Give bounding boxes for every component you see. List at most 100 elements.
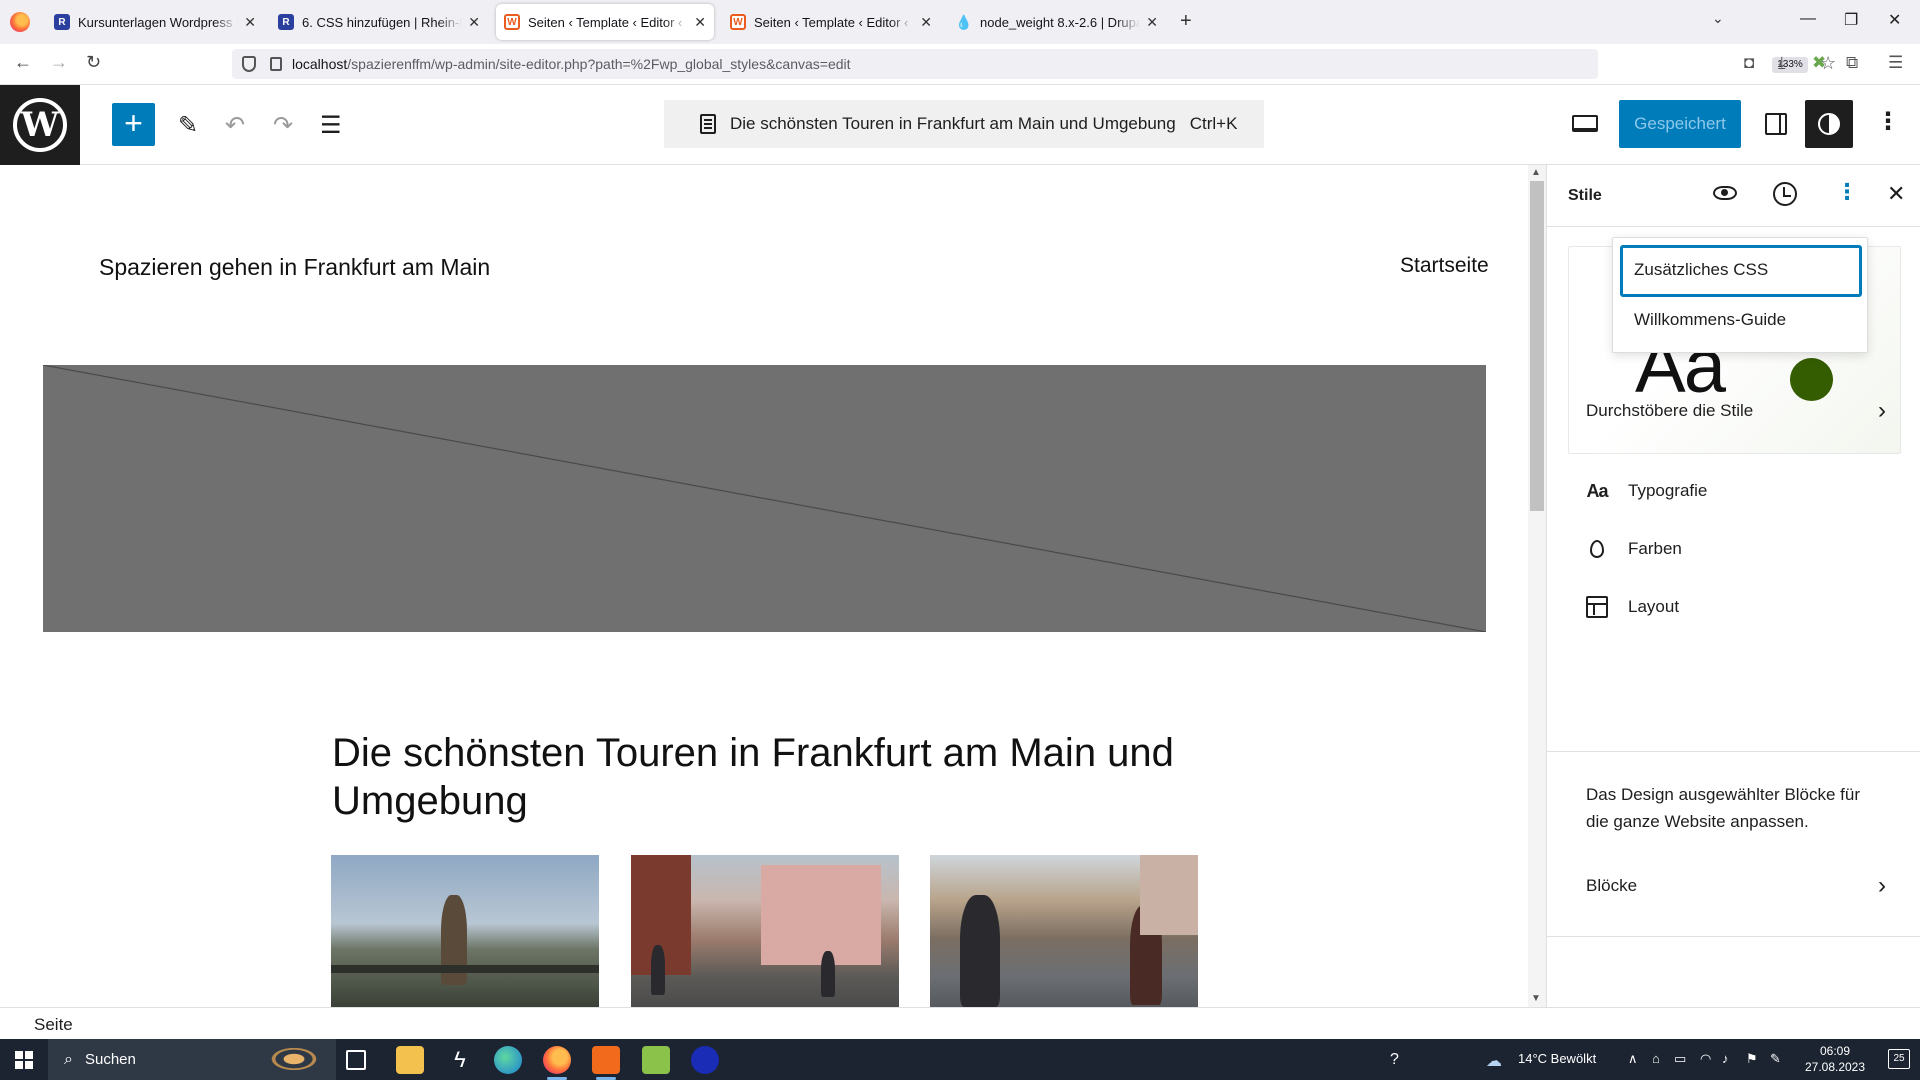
notification-center-icon[interactable]: 25 bbox=[1888, 1049, 1910, 1069]
editor-header: W + ✎ ↶ ↷ ☰ Die schönsten Touren in Fran… bbox=[0, 85, 1920, 165]
nav-link-startseite[interactable]: Startseite bbox=[1400, 254, 1489, 278]
blocks-item[interactable]: Blöcke › bbox=[1547, 862, 1920, 910]
menu-icon[interactable]: ☰ bbox=[1888, 53, 1903, 73]
firefox-icon[interactable] bbox=[10, 12, 30, 32]
saturn-icon bbox=[262, 1043, 326, 1075]
minimize-icon[interactable]: — bbox=[1800, 10, 1816, 28]
address-bar[interactable]: localhost/spazierenffm/wp-admin/site-edi… bbox=[232, 49, 1836, 79]
browser-tab[interactable]: W Seiten ‹ Template ‹ Editor ‹ Spazieren… bbox=[722, 4, 940, 40]
document-overview-icon[interactable]: ☰ bbox=[320, 111, 342, 140]
close-tab-icon[interactable]: ✕ bbox=[1146, 14, 1158, 31]
tab-title: Seiten ‹ Template ‹ Editor ‹ Spazieren bbox=[754, 14, 914, 30]
lightning-app-icon[interactable]: ϟ bbox=[446, 1046, 474, 1074]
colors-item[interactable]: Farben bbox=[1547, 525, 1920, 573]
pencil-icon[interactable]: ✎ bbox=[178, 111, 198, 140]
shield-icon[interactable] bbox=[242, 56, 256, 72]
tab-title: Kursunterlagen Wordpress | Rhein-Main bbox=[78, 14, 239, 30]
extensions-icon[interactable]: ⧉ bbox=[1846, 53, 1858, 73]
reload-icon[interactable]: ↻ bbox=[86, 52, 101, 73]
typography-item[interactable]: Aa Typografie bbox=[1547, 467, 1920, 515]
redo-icon[interactable]: ↷ bbox=[273, 111, 293, 140]
chevron-up-icon[interactable]: ∧ bbox=[1628, 1051, 1638, 1067]
app-icon[interactable] bbox=[691, 1046, 719, 1074]
browser-tab[interactable]: 💧 node_weight 8.x-2.6 | Drupal.org ✕ bbox=[948, 4, 1166, 40]
undo-icon[interactable]: ↶ bbox=[225, 111, 245, 140]
menu-item-welcome-guide[interactable]: Willkommens-Guide bbox=[1620, 295, 1862, 347]
options-menu-icon[interactable]: ⋮ bbox=[1876, 107, 1900, 136]
browser-tab[interactable]: R Kursunterlagen Wordpress | Rhein-Main … bbox=[46, 4, 264, 40]
volume-icon[interactable]: ♪ bbox=[1722, 1051, 1729, 1066]
typography-label: Typografie bbox=[1628, 481, 1708, 500]
scroll-up-icon[interactable]: ▲ bbox=[1531, 167, 1541, 178]
pocket-icon[interactable]: ◘ bbox=[1744, 53, 1754, 73]
browser-tab[interactable]: R 6. CSS hinzufügen | Rhein-Main ✕ bbox=[270, 4, 488, 40]
desktop-preview-icon[interactable] bbox=[1572, 115, 1598, 132]
colors-label: Farben bbox=[1628, 539, 1682, 558]
browser-tab-active[interactable]: W Seiten ‹ Template ‹ Editor ‹ Spazieren… bbox=[496, 4, 714, 40]
downloads-icon[interactable]: ⤓ bbox=[1778, 53, 1786, 73]
layout-item[interactable]: Layout bbox=[1547, 583, 1920, 631]
browse-styles-item[interactable]: Durchstöbere die Stile › bbox=[1547, 387, 1920, 435]
close-tab-icon[interactable]: ✕ bbox=[920, 14, 932, 31]
droplet-icon bbox=[1585, 537, 1609, 561]
canvas-scrollbar[interactable]: ▲ ▼ bbox=[1528, 165, 1546, 1007]
post-title[interactable]: Die schönsten Touren in Frankfurt am Mai… bbox=[332, 729, 1192, 825]
editor-canvas[interactable]: Spazieren gehen in Frankfurt am Main Sta… bbox=[0, 165, 1528, 1007]
close-tab-icon[interactable]: ✕ bbox=[244, 14, 256, 31]
extension-puzzle-icon[interactable]: ✖ bbox=[1812, 53, 1826, 73]
save-button[interactable]: Gespeichert bbox=[1619, 100, 1741, 148]
taskbar-search[interactable]: ⌕ Suchen bbox=[48, 1039, 336, 1080]
close-tab-icon[interactable]: ✕ bbox=[694, 14, 706, 31]
revisions-icon[interactable] bbox=[1773, 182, 1797, 206]
sidebar-header: Stile ⋮ ✕ bbox=[1547, 165, 1920, 227]
help-icon[interactable]: ? bbox=[1390, 1051, 1399, 1069]
restore-icon[interactable]: ❐ bbox=[1844, 10, 1858, 30]
network-icon[interactable]: ⌂ bbox=[1652, 1051, 1660, 1066]
gallery-image[interactable] bbox=[631, 855, 899, 1007]
gallery-image[interactable] bbox=[930, 855, 1198, 1007]
wifi-icon[interactable]: ◠ bbox=[1700, 1051, 1711, 1067]
clock-time: 06:09 bbox=[1819, 1044, 1851, 1058]
forward-icon[interactable]: → bbox=[50, 52, 68, 73]
scrollbar-thumb[interactable] bbox=[1530, 181, 1544, 511]
file-explorer-icon[interactable] bbox=[396, 1046, 424, 1074]
close-tab-icon[interactable]: ✕ bbox=[468, 14, 480, 31]
back-icon[interactable]: ← bbox=[14, 52, 32, 73]
block-inserter-button[interactable]: + bbox=[112, 103, 155, 146]
browser-nav-bar: ← → ↻ localhost/spazierenffm/wp-admin/si… bbox=[0, 44, 1920, 85]
battery-icon[interactable]: ▭ bbox=[1674, 1051, 1686, 1067]
eye-icon[interactable] bbox=[1713, 186, 1737, 200]
rhein-main-icon: R bbox=[278, 14, 294, 30]
page-icon[interactable] bbox=[270, 57, 282, 71]
menu-item-additional-css[interactable]: Zusätzliches CSS bbox=[1620, 245, 1862, 297]
notepad-icon[interactable] bbox=[642, 1046, 670, 1074]
settings-sidebar-icon[interactable] bbox=[1765, 113, 1787, 135]
cover-block[interactable] bbox=[43, 365, 1486, 632]
windows-taskbar: ⌕ Suchen ϟ ? ☁ 14°C Bewölkt ∧ ⌂ ▭ ◠ ♪ ⚑ … bbox=[0, 1039, 1920, 1080]
styles-button[interactable] bbox=[1805, 100, 1853, 148]
command-palette-button[interactable]: Die schönsten Touren in Frankfurt am Mai… bbox=[664, 100, 1264, 148]
wordpress-logo[interactable]: W bbox=[0, 85, 80, 165]
new-tab-button[interactable]: + bbox=[1180, 10, 1192, 33]
security-icon[interactable]: ⚑ bbox=[1746, 1051, 1758, 1067]
typography-icon: Aa bbox=[1586, 480, 1608, 501]
weather-text[interactable]: 14°C Bewölkt bbox=[1518, 1051, 1596, 1066]
firefox-icon[interactable] bbox=[543, 1046, 571, 1080]
wordpress-icon: W bbox=[13, 98, 67, 152]
edge-icon[interactable] bbox=[494, 1046, 522, 1074]
close-icon[interactable]: ✕ bbox=[1887, 181, 1905, 207]
task-view-icon[interactable] bbox=[346, 1050, 366, 1070]
windows-start-icon[interactable] bbox=[15, 1051, 33, 1069]
system-clock[interactable]: 06:09 27.08.2023 bbox=[1800, 1043, 1870, 1075]
breadcrumb[interactable]: Seite bbox=[34, 1015, 73, 1035]
more-options-icon[interactable]: ⋮ bbox=[1836, 179, 1858, 205]
site-title[interactable]: Spazieren gehen in Frankfurt am Main bbox=[99, 254, 490, 281]
pen-icon[interactable]: ✎ bbox=[1770, 1051, 1781, 1067]
url-text[interactable]: localhost/spazierenffm/wp-admin/site-edi… bbox=[292, 56, 851, 72]
editor-footer: Seite bbox=[0, 1007, 1920, 1039]
gallery-image[interactable] bbox=[331, 855, 599, 1007]
xampp-icon[interactable] bbox=[592, 1046, 620, 1080]
scroll-down-icon[interactable]: ▼ bbox=[1531, 993, 1541, 1004]
close-window-icon[interactable]: ✕ bbox=[1888, 10, 1901, 30]
list-all-tabs-icon[interactable]: ⌄ bbox=[1712, 10, 1724, 27]
